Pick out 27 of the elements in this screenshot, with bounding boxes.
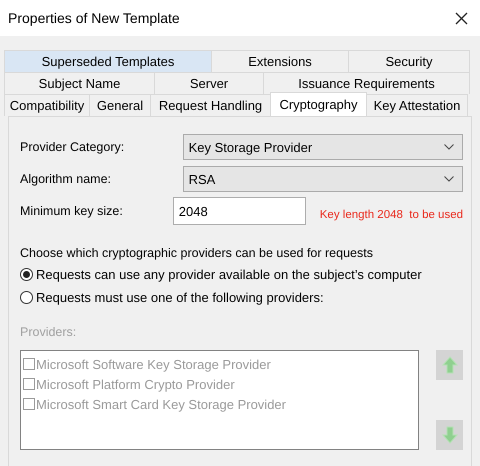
dropdown[interactable]: RSA bbox=[182, 166, 463, 192]
tab[interactable]: Cryptography bbox=[270, 92, 367, 116]
tab[interactable]: Issuance Requirements bbox=[263, 72, 470, 94]
tab[interactable]: Compatibility bbox=[4, 94, 90, 116]
radio-button[interactable] bbox=[20, 268, 33, 281]
field-label: Provider Category: bbox=[20, 140, 126, 154]
window-title: Properties of New Template bbox=[8, 10, 180, 26]
radio-label[interactable]: Requests can use any provider available on the subject’s computer bbox=[36, 267, 422, 282]
tab[interactable]: Request Handling bbox=[150, 94, 271, 116]
tab[interactable]: Superseded Templates bbox=[4, 50, 212, 72]
input-field[interactable]: 2048 bbox=[172, 197, 306, 225]
section-prompt: Choose which cryptographic providers can be used for requests bbox=[20, 246, 374, 260]
tab[interactable]: Security bbox=[348, 50, 470, 72]
annotation-note: Key length 2048 to be used bbox=[320, 209, 463, 221]
radio-label[interactable]: Requests must use one of the following providers: bbox=[36, 290, 324, 305]
dropdown[interactable]: Key Storage Provider bbox=[182, 134, 463, 160]
chevron-icon bbox=[444, 144, 454, 150]
tab[interactable]: Key Attestation bbox=[366, 94, 468, 116]
field-label: Minimum key size: bbox=[20, 204, 124, 218]
close-icon[interactable] bbox=[455, 12, 468, 24]
chevron-icon bbox=[444, 176, 454, 182]
down-arrow-icon bbox=[442, 426, 458, 444]
list-label: Providers: bbox=[20, 325, 78, 339]
field-label: Algorithm name: bbox=[20, 172, 112, 186]
radio-button[interactable] bbox=[20, 291, 33, 304]
tab[interactable]: Subject Name bbox=[4, 72, 155, 94]
up-arrow-icon bbox=[442, 356, 458, 374]
